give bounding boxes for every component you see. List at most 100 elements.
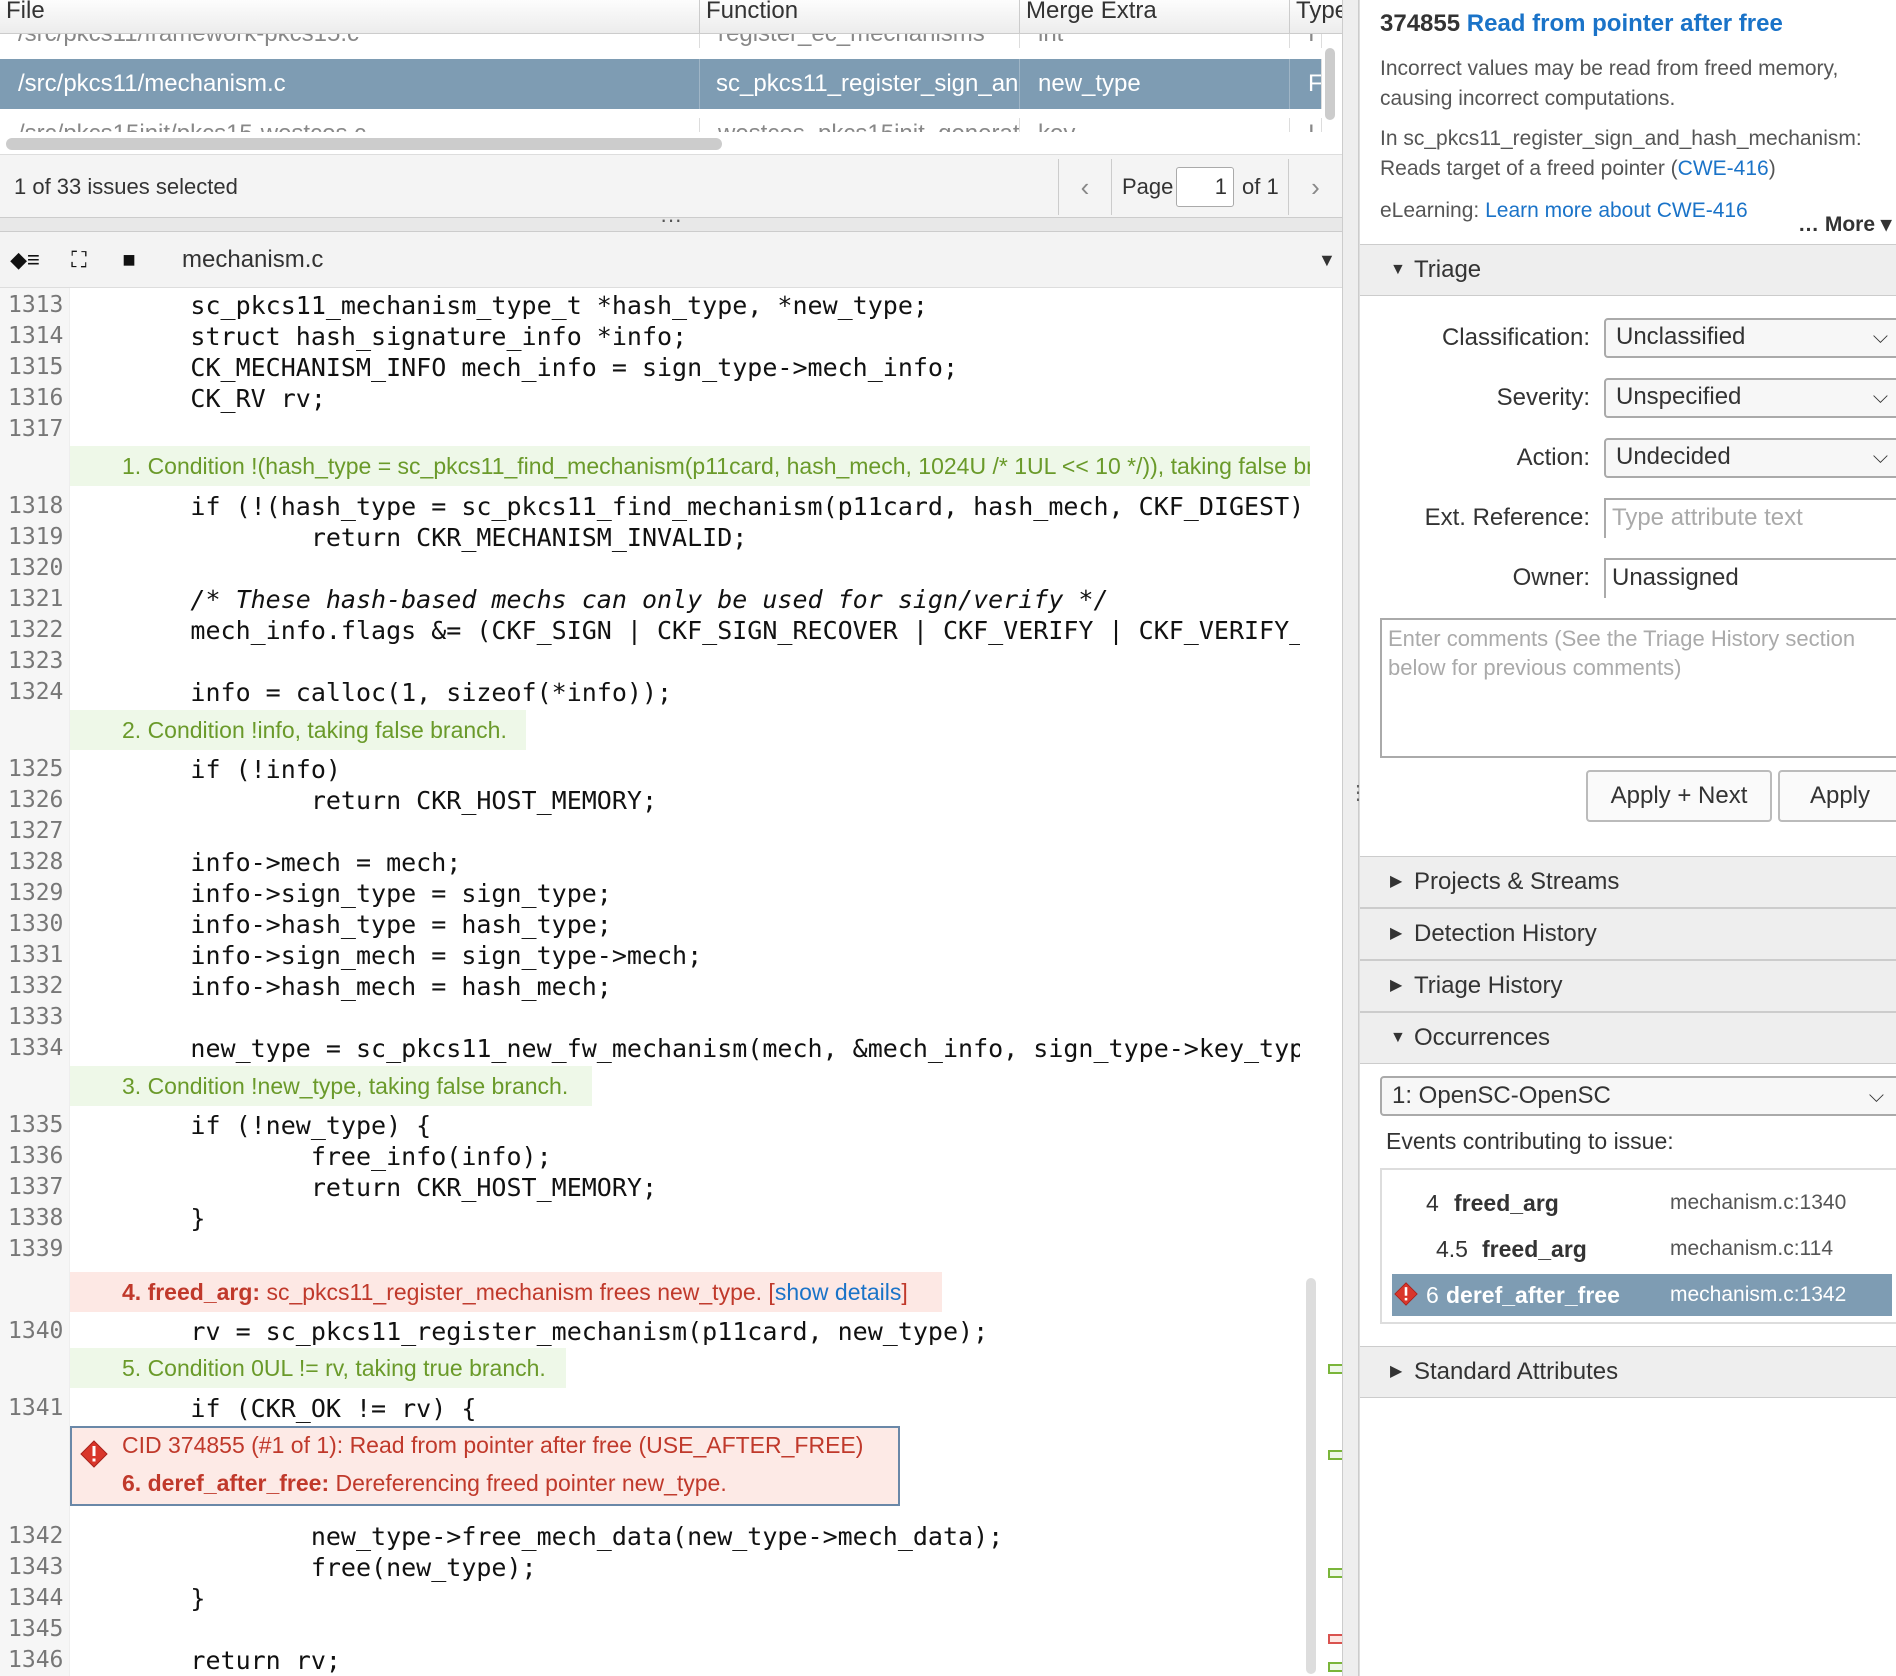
code-line: 1335 if (!new_type) { [0,1110,1310,1141]
code-line: 1324 info = calloc(1, sizeof(*info)); [0,677,1310,708]
table-row[interactable]: /src/pkcs11/framework-pkcs15.c register_… [0,34,1322,48]
page-label: Page [1122,174,1174,199]
cwe-link[interactable]: CWE-416 [1678,157,1769,180]
cell-file: /src/pkcs11/framework-pkcs15.c [0,34,700,48]
column-merge-extra[interactable]: Merge Extra [1020,0,1290,34]
code-line: 1327 [0,816,1310,847]
code-line: 1347} [0,1672,1310,1676]
next-page-button[interactable]: › [1288,159,1342,215]
code-line: 1336 free_info(info); [0,1141,1310,1172]
detection-section-header[interactable]: ▶ Detection History [1360,908,1896,960]
issue-details-pane: 374855 Read from pointer after free Inco… [1359,0,1896,1676]
severity-select[interactable]: Unspecified ⌵ [1604,378,1896,418]
cell-extra: int [1020,34,1290,48]
caret-right-icon: ▶ [1390,977,1403,994]
ext-reference-label: Ext. Reference: [1424,504,1590,531]
chevron-down-icon[interactable]: ▼ [1318,232,1336,288]
show-details-link[interactable]: show details [775,1279,902,1305]
cell-function: westcos_pkcs15init_generate_key [700,118,1020,132]
code-line: 1329 info->sign_type = sign_type; [0,878,1310,909]
left-pane: File Function Merge Extra Type /src/pkcs… [0,0,1344,1676]
table-horizontal-scrollbar[interactable] [6,138,722,150]
classification-select[interactable]: Unclassified ⌵ [1604,318,1896,358]
folder-icon[interactable]: ■ [108,240,150,280]
code-line: 1313 sc_pkcs11_mechanism_type_t *hash_ty… [0,290,1310,321]
ext-reference-input[interactable]: Type attribute text [1604,498,1896,538]
code-line: 1342 new_type->free_mech_data(new_type->… [0,1521,1310,1552]
owner-label: Owner: [1512,564,1590,591]
table-row[interactable]: /src/pkcs15init/pkcs15-westcos.c westcos… [0,118,1322,132]
page-of-label: of 1 [1242,174,1279,199]
column-file[interactable]: File [0,0,700,34]
source-code-view: 1313 sc_pkcs11_mechanism_type_t *hash_ty… [0,288,1322,1676]
code-vertical-scrollbar[interactable] [1306,1278,1316,1674]
apply-next-button[interactable]: Apply + Next [1586,770,1772,822]
events-label: Events contributing to issue: [1386,1128,1674,1154]
event-item[interactable]: 4.5 freed_arg mechanism.c:114 [1392,1228,1892,1270]
code-line: 1319 return CKR_MECHANISM_INVALID; [0,522,1310,553]
triage-section-header[interactable]: ▼ Triage [1360,244,1896,296]
comments-textarea[interactable]: Enter comments (See the Triage History s… [1380,618,1896,758]
issue-title: 374855 Read from pointer after free [1380,10,1783,37]
cell-function: register_ec_mechanisms [700,34,1020,48]
caret-down-icon: ▼ [1390,1029,1406,1046]
outline-icon[interactable]: ◆≡ [4,240,46,280]
caret-right-icon: ▶ [1390,925,1403,942]
projects-section-header[interactable]: ▶ Projects & Streams [1360,856,1896,908]
occurrences-section-header[interactable]: ▼ Occurrences [1360,1012,1896,1064]
code-line: 1328 info->mech = mech; [0,847,1310,878]
event-item[interactable]: 4 freed_arg mechanism.c:1340 [1392,1182,1892,1224]
event-freed-arg: 4. freed_arg: sc_pkcs11_register_mechani… [70,1272,942,1312]
triage-history-section-header[interactable]: ▶ Triage History [1360,960,1896,1012]
horizontal-splitter[interactable]: ··· [0,209,1342,232]
expand-icon[interactable]: ⛶ [58,240,100,280]
classification-label: Classification: [1441,324,1590,351]
issue-count: 1 of 33 issues selected [14,174,238,199]
code-line: 1330 info->hash_type = hash_type; [0,909,1310,940]
chevron-down-icon: ⌵ [1872,326,1888,348]
code-line: 1340 rv = sc_pkcs11_register_mechanism(p… [0,1316,1310,1347]
caret-down-icon: ▼ [1390,261,1406,278]
code-line: 1345 [0,1614,1310,1645]
code-line: 1338 } [0,1203,1310,1234]
code-line: 1314 struct hash_signature_info *info; [0,321,1310,352]
code-line: 1323 [0,646,1310,677]
prev-page-button[interactable]: ‹ [1058,159,1112,215]
page-input[interactable]: 1 [1176,167,1234,207]
code-line: 1333 [0,1002,1310,1033]
event-condition-1: 1. Condition !(hash_type = sc_pkcs11_fin… [70,446,1310,486]
occurrence-select[interactable]: 1: OpenSC-OpenSC ⌵ [1380,1076,1896,1116]
event-item-selected[interactable]: 6 deref_after_free mechanism.c:1342 [1392,1274,1892,1316]
owner-input[interactable]: Unassigned [1604,558,1896,598]
cell-extra: new_type [1020,59,1290,109]
event-condition-3: 3. Condition !new_type, taking false bra… [70,1066,592,1106]
severity-label: Severity: [1496,384,1590,411]
code-line: 1331 info->sign_mech = sign_type->mech; [0,940,1310,971]
code-line: 1334 new_type = sc_pkcs11_new_fw_mechani… [0,1033,1310,1064]
code-line: 1322 mech_info.flags &= (CKF_SIGN | CKF_… [0,615,1310,646]
column-type[interactable]: Type [1290,0,1342,34]
cell-file: /src/pkcs15init/pkcs15-westcos.c [0,118,700,132]
source-toolbar: ◆≡ ⛶ ■ mechanism.c ▼ [0,232,1342,288]
action-select[interactable]: Undecided ⌵ [1604,438,1896,478]
learn-more-link[interactable]: Learn more about CWE-416 [1485,199,1748,222]
chevron-down-icon: ⌵ [1872,386,1888,408]
event-condition-2: 2. Condition !info, taking false branch. [70,710,526,750]
table-row-selected[interactable]: /src/pkcs11/mechanism.c sc_pkcs11_regist… [0,59,1322,109]
apply-button[interactable]: Apply [1778,770,1896,822]
code-line: 1332 info->hash_mech = hash_mech; [0,971,1310,1002]
issues-table-header: File Function Merge Extra Type [0,0,1342,34]
cid-title: CID 374855 (#1 of 1): Read from pointer … [122,1432,864,1458]
column-function[interactable]: Function [700,0,1020,34]
more-button[interactable]: … More ▾ [1798,212,1891,237]
cell-function: sc_pkcs11_register_sign_and_hash_mechani… [700,59,1020,109]
table-vertical-scrollbar[interactable] [1325,48,1335,120]
caret-right-icon: ▶ [1390,1363,1403,1380]
vertical-splitter[interactable]: ⋮ [1342,0,1368,1676]
caret-right-icon: ▶ [1390,873,1403,890]
code-line: 1320 [0,553,1310,584]
chevron-down-icon: ⌵ [1872,446,1888,468]
standard-attributes-section-header[interactable]: ▶ Standard Attributes [1360,1346,1896,1398]
code-line: 1326 return CKR_HOST_MEMORY; [0,785,1310,816]
code-line: 1325 if (!info) [0,754,1310,785]
